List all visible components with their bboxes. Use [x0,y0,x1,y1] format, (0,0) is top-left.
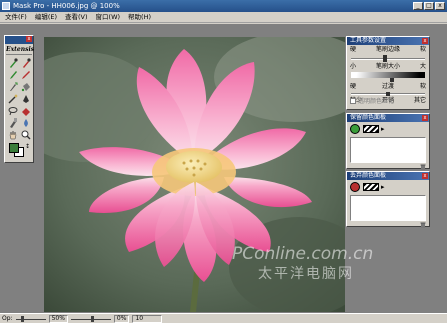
trash-icon[interactable] [420,222,426,228]
drop-panel-title: 丢弃颜色面板 [350,172,387,179]
close-button[interactable]: x [435,2,445,10]
pen-icon[interactable] [20,93,32,104]
zoom-level[interactable]: 50% [48,314,68,323]
opacity-slider[interactable] [15,315,46,323]
eyedropper-keep-icon[interactable] [7,57,19,68]
keep-swatch-strip[interactable] [363,125,379,133]
blend-max-label: 软 [419,83,426,90]
keep-panel-titlebar[interactable]: 保留颜色面板 x [347,114,429,122]
eraser-icon[interactable] [20,105,32,116]
menu-view[interactable]: 查看(V) [62,12,91,22]
toolbox: x Extensis ↕ [4,35,34,163]
bucket-icon[interactable] [20,81,32,92]
panel-menu-arrow-icon[interactable]: ▸ [381,125,385,133]
watermark-brand: PConline.com.cn [232,244,374,264]
maximize-button[interactable]: □ [424,2,434,10]
keep-color-panel: 保留颜色面板 x ▸ [346,113,430,170]
drop-color-button[interactable] [350,182,360,192]
drop-swatch-strip[interactable] [363,183,379,191]
transparent-color-checkbox[interactable]: 透明颜色继化 [347,97,429,106]
close-icon[interactable]: x [422,115,428,121]
slider-thumb[interactable] [383,55,387,62]
slider-thumb[interactable] [20,315,24,322]
pencil-icon[interactable] [20,69,32,80]
blur-icon[interactable] [20,117,32,128]
edge-label: 笔刷边缘 [375,46,400,53]
chisel-icon[interactable] [7,117,19,128]
opacity-label: Op: [2,315,13,322]
foreground-swatch[interactable] [9,143,19,153]
edge-slider[interactable] [351,55,425,62]
value-box: 0% [113,314,130,323]
minimize-button[interactable]: _ [413,2,423,10]
edge-max-label: 软 [419,46,426,53]
color-swatches: ↕ [5,142,33,158]
close-icon[interactable]: x [422,173,428,179]
blend-label: 过渡 [381,83,394,90]
tool-options-titlebar[interactable]: 工具参数设置 x [347,37,429,45]
brush-icon[interactable] [7,69,19,80]
watermark-chinese: 太平洋电脑网 [258,266,354,282]
menu-edit[interactable]: 编辑(E) [32,12,60,22]
magic-wand-icon[interactable] [7,93,19,104]
menu-bar: 文件(F) 编辑(E) 查看(V) 窗口(W) 帮助(H) [0,12,447,23]
slider-thumb[interactable] [90,315,94,322]
close-icon[interactable]: x [422,38,428,44]
eyedropper-drop-icon[interactable] [20,57,32,68]
menu-help[interactable]: 帮助(H) [125,12,154,22]
keep-panel-title: 保留颜色面板 [350,114,387,121]
misc-box: 10 [132,314,163,323]
menu-file[interactable]: 文件(F) [2,12,30,22]
checkbox[interactable] [350,98,356,104]
app-icon [2,2,10,10]
zoom-slider[interactable] [70,315,111,323]
magic-brush-icon[interactable] [7,81,19,92]
menu-window[interactable]: 窗口(W) [93,12,124,22]
close-icon[interactable]: x [26,36,32,42]
checkbox-label: 透明颜色继化 [358,98,395,105]
keep-color-button[interactable] [350,124,360,134]
lasso-icon[interactable] [7,105,19,116]
tool-options-title: 工具参数设置 [350,37,387,44]
zoom-icon[interactable] [20,129,32,140]
drop-color-panel: 丢弃颜色面板 x ▸ [346,171,430,228]
hand-icon[interactable] [7,129,19,140]
title-bar: Mask Pro - HH006.jpg @ 100% _ □ x [0,0,447,12]
drop-panel-titlebar[interactable]: 丢弃颜色面板 x [347,172,429,180]
keep-color-well[interactable] [350,137,426,163]
drop-color-well[interactable] [350,195,426,221]
trash-icon[interactable] [420,164,426,170]
size-max-label: 大 [419,63,426,70]
swap-icon[interactable]: ↕ [25,143,30,150]
toolbox-titlebar[interactable]: x [5,36,33,44]
toolbox-brand: Extensis [6,46,35,55]
status-bar: Op: 50% 0% 10 [0,313,447,323]
window-title: Mask Pro - HH006.jpg @ 100% [13,2,120,10]
panel-menu-arrow-icon[interactable]: ▸ [381,183,385,191]
size-label: 笔刷大小 [375,63,400,70]
